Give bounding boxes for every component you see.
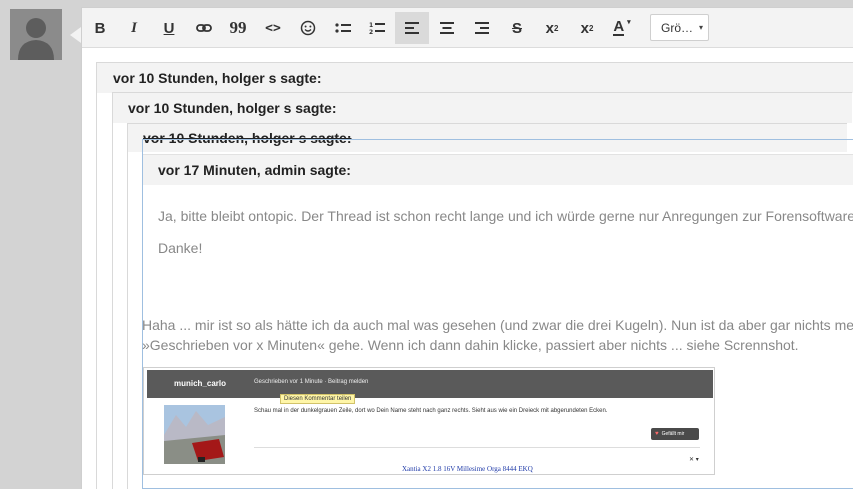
quote-button[interactable]: 99 bbox=[221, 12, 255, 44]
align-center-icon bbox=[440, 22, 454, 34]
editor-content[interactable]: vor 10 Stunden, holger s sagte: vor 10 S… bbox=[82, 49, 853, 489]
svg-text:2: 2 bbox=[369, 29, 373, 35]
screenshot-close-icon: ✕ ▾ bbox=[689, 457, 699, 463]
chevron-down-icon: ▾ bbox=[699, 23, 704, 32]
screenshot-user-photo bbox=[164, 405, 225, 464]
align-center-button[interactable] bbox=[430, 12, 464, 44]
underline-button[interactable]: U bbox=[152, 12, 186, 44]
smiley-button[interactable] bbox=[291, 12, 325, 44]
quote-header: vor 10 Stunden, holger s sagte: bbox=[97, 63, 853, 93]
embedded-screenshot-image[interactable]: munich_carlo Geschrieben vor 1 Minute · … bbox=[143, 367, 715, 475]
link-icon bbox=[196, 24, 212, 32]
screenshot-signature-link: Xantia X2 1.8 16V Millesime Orga 8444 EK… bbox=[402, 465, 533, 473]
code-icon: <> bbox=[265, 20, 281, 36]
superscript-button[interactable]: x2 bbox=[535, 12, 569, 44]
avatar-pointer bbox=[70, 27, 81, 43]
bullet-list-icon bbox=[335, 23, 351, 33]
quote-paragraph: Ja, bitte bleibt ontopic. Der Thread ist… bbox=[158, 208, 853, 224]
editor-toolbar: B I U 99 <> 12 S x2 x2 A ▾ Grö… ▾ bbox=[82, 8, 853, 48]
quote-paragraph: Danke! bbox=[158, 240, 203, 256]
heart-icon: ♥ bbox=[655, 431, 659, 437]
screenshot-meta: Geschrieben vor 1 Minute · Beitrag melde… bbox=[254, 379, 369, 385]
smiley-icon bbox=[300, 20, 316, 36]
subscript-button[interactable]: x2 bbox=[570, 12, 604, 44]
screenshot-username: munich_carlo bbox=[174, 379, 227, 388]
quote-header: vor 17 Minuten, admin sagte: bbox=[143, 154, 853, 185]
quote-icon: 99 bbox=[229, 18, 247, 37]
align-right-icon bbox=[475, 22, 489, 34]
align-left-icon bbox=[405, 22, 419, 34]
align-left-button[interactable] bbox=[395, 12, 429, 44]
italic-button[interactable]: I bbox=[117, 12, 151, 44]
bullet-list-button[interactable] bbox=[326, 12, 360, 44]
align-right-button[interactable] bbox=[465, 12, 499, 44]
screenshot-tooltip: Diesen Kommentar teilen bbox=[280, 394, 356, 404]
svg-text:1: 1 bbox=[369, 22, 373, 29]
chevron-down-icon: ▾ bbox=[627, 19, 631, 26]
numbered-list-icon: 12 bbox=[369, 22, 385, 35]
reply-paragraph: »Geschrieben vor x Minuten« gehe. Wenn i… bbox=[142, 337, 799, 353]
numbered-list-button[interactable]: 12 bbox=[360, 12, 394, 44]
avatar[interactable] bbox=[10, 9, 62, 60]
screenshot-like-button: ♥ Gefällt mir bbox=[651, 428, 699, 440]
quote-header: vor 10 Stunden, holger s sagte: bbox=[113, 93, 852, 123]
code-button[interactable]: <> bbox=[256, 12, 290, 44]
screenshot-post-header bbox=[147, 370, 713, 398]
font-size-select[interactable]: Grö… ▾ bbox=[650, 14, 709, 41]
font-color-button[interactable]: A ▾ bbox=[605, 12, 639, 44]
bold-button[interactable]: B bbox=[83, 12, 117, 44]
screenshot-message: Schau mal in der dunkelgrauen Zeile, dor… bbox=[254, 408, 608, 414]
rich-text-editor[interactable]: B I U 99 <> 12 S x2 x2 A ▾ Grö… ▾ vor 10… bbox=[81, 7, 853, 489]
link-button[interactable] bbox=[187, 12, 221, 44]
strikethrough-button[interactable]: S bbox=[500, 12, 534, 44]
reply-paragraph: Haha ... mir ist so als hätte ich da auc… bbox=[142, 317, 853, 333]
